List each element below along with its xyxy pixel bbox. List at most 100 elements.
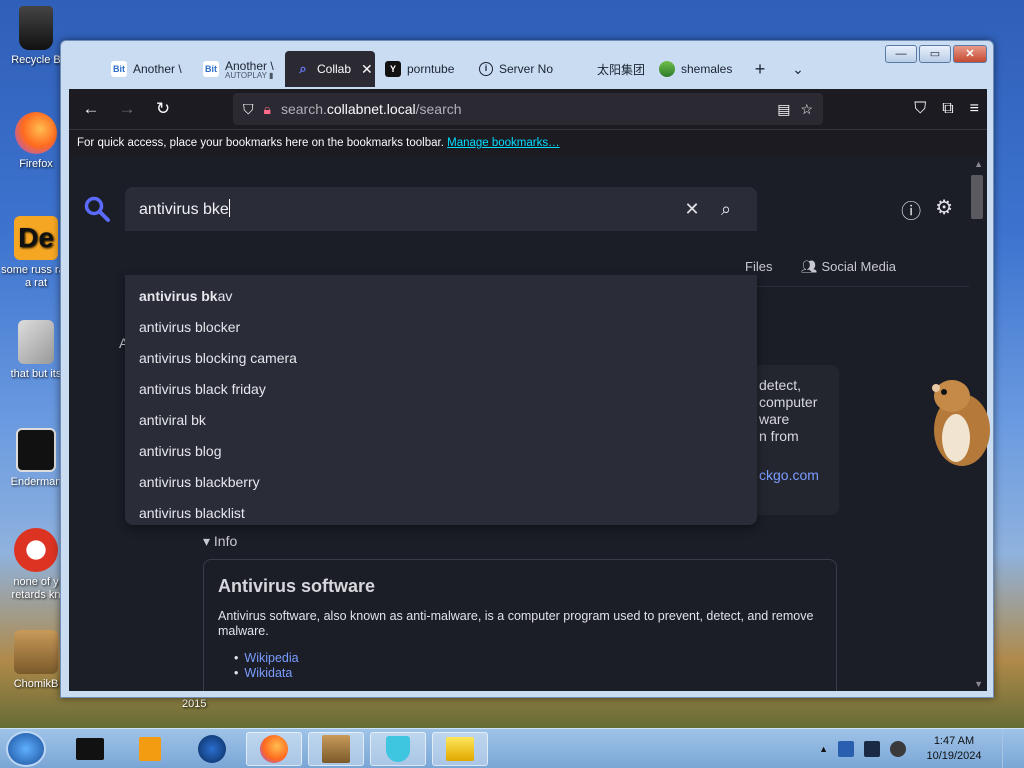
close-window-button[interactable]: ✕ <box>953 45 987 63</box>
tab-server-not-found[interactable]: i Server No <box>469 51 565 87</box>
new-tab-button[interactable]: + <box>741 51 779 87</box>
shield-icon[interactable]: ⛉ <box>243 101 254 118</box>
suggestion-item[interactable]: antivirus blackberry <box>125 467 757 498</box>
back-button[interactable]: ← <box>73 99 109 119</box>
suggestion-item[interactable]: antivirus blog <box>125 436 757 467</box>
taskbar-item-media[interactable] <box>122 732 178 766</box>
suggestion-item[interactable]: antivirus black friday <box>125 374 757 405</box>
settings-gear-icon[interactable]: ⚙ <box>935 195 953 224</box>
tab-files[interactable]: Files <box>745 259 772 274</box>
taskbar: ▲ 1:47 AM 10/19/2024 <box>0 728 1024 768</box>
url-path: /search <box>415 101 462 117</box>
bitchute-icon: Bit <box>111 61 127 77</box>
lock-warning-icon[interactable]: 🔒︎ <box>264 101 271 118</box>
warning-icon <box>446 737 474 761</box>
browser-window: — ▭ ✕ Bit Another \ Bit Another \ AUTOPL… <box>60 40 994 698</box>
tab-collab[interactable]: ⌕ Collab ✕ <box>285 51 375 87</box>
suggestion-text: antiviral bk <box>139 412 206 428</box>
windows-stack-icon <box>18 320 54 364</box>
url-text[interactable]: search.collabnet.local/search <box>281 101 767 117</box>
monitor-icon[interactable] <box>864 741 880 757</box>
wikidata-link[interactable]: Wikidata <box>244 666 292 680</box>
answer-source-link[interactable]: ckgo.com <box>759 467 839 484</box>
suggestion-item[interactable]: antivirus blocker <box>125 312 757 343</box>
taskbar-item-firefox[interactable] <box>246 732 302 766</box>
network-icon[interactable] <box>838 741 854 757</box>
bookmark-star-icon[interactable]: ☆ <box>800 101 813 118</box>
suggestion-rest: av <box>217 288 233 304</box>
minimize-button[interactable]: — <box>885 45 917 63</box>
wikipedia-link[interactable]: Wikipedia <box>244 651 298 665</box>
app-icon <box>14 528 58 572</box>
tab-shemales[interactable]: shemales <box>649 51 741 87</box>
suggestion-item[interactable]: antivirus blacklist <box>125 498 757 529</box>
taskbar-item-warning[interactable] <box>432 732 488 766</box>
answer-text: ware <box>759 411 790 427</box>
taskbar-item-globe[interactable] <box>184 732 240 766</box>
search-submit-button[interactable]: ⌕ <box>709 199 743 220</box>
autoplay-label: AUTOPLAY ▮ <box>225 70 274 80</box>
taskbar-item-chomikbox[interactable] <box>308 732 364 766</box>
search-logo-icon[interactable] <box>83 195 111 223</box>
layers-icon <box>659 61 675 77</box>
clock[interactable]: 1:47 AM 10/19/2024 <box>916 734 992 764</box>
suggestion-item[interactable]: antivirus bkav <box>125 281 757 312</box>
scroll-up-icon[interactable]: ▲ <box>974 159 983 169</box>
bookmarks-toolbar: For quick access, place your bookmarks h… <box>69 129 987 157</box>
volume-icon[interactable] <box>890 741 906 757</box>
desktop-year-label: 2015 <box>182 698 207 710</box>
search-query: antivirus bke <box>139 201 229 218</box>
search-input[interactable]: antivirus bke <box>139 199 675 219</box>
globe-icon <box>198 735 226 763</box>
infobox-title: Antivirus software <box>218 576 376 596</box>
start-button[interactable] <box>6 731 46 767</box>
tab-title: 太阳集团 <box>597 62 646 77</box>
clear-search-button[interactable]: ✕ <box>675 199 709 220</box>
taskbar-item-device[interactable] <box>62 732 118 766</box>
url-bar[interactable]: ⛉ 🔒︎ search.collabnet.local/search ▤ ☆ <box>233 93 823 125</box>
list-all-tabs-button[interactable]: ⌄ <box>779 51 817 87</box>
site-favicon-icon: Y <box>385 61 401 77</box>
tab-another-1[interactable]: Bit Another \ <box>101 51 193 87</box>
tab-chinese-site[interactable]: 太阳集团 <box>565 51 649 87</box>
suggestion-text: antivirus blocking camera <box>139 350 297 366</box>
device-icon <box>76 738 104 760</box>
forward-button[interactable]: → <box>109 99 145 119</box>
extensions-icon[interactable]: ⧉ <box>942 100 953 118</box>
search-box[interactable]: antivirus bke ✕ ⌕ <box>125 187 757 231</box>
shield-app-icon <box>386 736 410 762</box>
scroll-down-icon[interactable]: ▼ <box>974 679 983 689</box>
show-desktop-button[interactable] <box>1002 729 1016 768</box>
chomikbox-icon <box>322 735 350 763</box>
reader-view-icon[interactable]: ▤ <box>777 101 790 118</box>
document-icon <box>16 428 56 472</box>
suggestion-item[interactable]: antiviral bk <box>125 405 757 436</box>
scroll-thumb[interactable] <box>971 175 983 219</box>
suggestion-item[interactable]: antivirus blocking camera <box>125 343 757 374</box>
tab-porntube[interactable]: Y porntube <box>375 51 469 87</box>
tab-social-media[interactable]: 👥︎ Social Media <box>801 259 896 275</box>
menu-icon[interactable]: ≡ <box>970 100 979 118</box>
info-icon[interactable]: ⓘ <box>901 195 921 224</box>
manage-bookmarks-link[interactable]: Manage bookmarks… <box>447 137 560 149</box>
answer-text: detect, <box>759 377 802 393</box>
info-icon: i <box>479 62 493 76</box>
url-prefix: search. <box>280 101 327 117</box>
tab-title: Collab <box>317 62 352 76</box>
header-icons: ⓘ ⚙ <box>901 195 953 224</box>
reload-button[interactable]: ↻ <box>145 99 181 119</box>
firefox-icon <box>260 735 288 763</box>
tab-another-2[interactable]: Bit Another \ AUTOPLAY ▮ <box>193 51 285 87</box>
pocket-icon[interactable]: ⛉ <box>914 100 926 118</box>
info-toggle[interactable]: ▾ Info <box>203 533 237 550</box>
search-icon: ⌕ <box>299 61 307 76</box>
suggestion-text: antivirus black friday <box>139 381 266 397</box>
close-tab-icon[interactable]: ✕ <box>361 61 373 78</box>
infobox-card: Antivirus software Antivirus software, a… <box>203 559 837 691</box>
firefox-icon <box>15 112 57 154</box>
taskbar-item-shield[interactable] <box>370 732 426 766</box>
tab-title: shemales <box>681 62 733 76</box>
maximize-button[interactable]: ▭ <box>919 45 951 63</box>
answer-text: computer <box>759 394 818 410</box>
tray-expand-icon[interactable]: ▲ <box>819 744 828 754</box>
